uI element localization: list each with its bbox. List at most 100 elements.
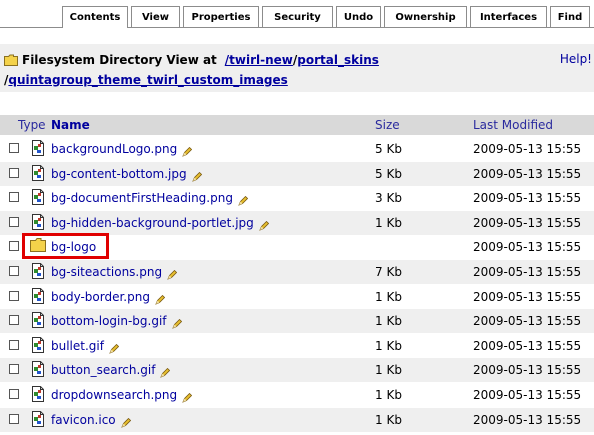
tab-ownership[interactable]: Ownership xyxy=(384,6,467,27)
file-name-link[interactable]: favicon.ico xyxy=(51,413,131,428)
column-size[interactable]: Size xyxy=(375,118,400,132)
pencil-icon[interactable] xyxy=(182,146,193,157)
image-file-icon[interactable] xyxy=(30,287,46,304)
directory-header: Filesystem Directory View at /twirl-new … xyxy=(0,44,594,92)
breadcrumb-current-folder[interactable]: quintagroup_theme_twirl_custom_images xyxy=(8,73,287,87)
highlight-box xyxy=(22,233,109,259)
image-file-icon[interactable] xyxy=(30,312,46,329)
table-row: favicon.ico 1 Kb 2009-05-13 15:55 xyxy=(0,407,594,432)
file-size: 3 Kb xyxy=(375,191,402,206)
file-size: 1 Kb xyxy=(375,363,402,378)
header-path-line-2: /quintagroup_theme_twirl_custom_images xyxy=(4,73,288,87)
row-checkbox[interactable] xyxy=(9,290,19,301)
pencil-icon[interactable] xyxy=(155,294,166,305)
row-checkbox[interactable] xyxy=(9,266,19,276)
file-name-link[interactable]: bg-hidden-background-portlet.jpg xyxy=(51,216,269,231)
row-checkbox[interactable] xyxy=(9,216,19,227)
tab-contents[interactable]: Contents xyxy=(62,6,128,28)
image-file-icon[interactable] xyxy=(30,189,46,206)
file-name-link[interactable]: bg-documentFirstHeading.png xyxy=(51,191,249,206)
breadcrumb-portal-skins[interactable]: portal_skins xyxy=(297,53,379,67)
file-size: 1 Kb xyxy=(375,215,402,230)
tab-security[interactable]: Security xyxy=(262,6,333,27)
folder-icon xyxy=(4,54,18,66)
file-modified-date: 2009-05-13 15:55 xyxy=(473,314,582,329)
image-file-icon[interactable] xyxy=(30,336,46,353)
file-name-link[interactable]: backgroundLogo.png xyxy=(51,142,193,157)
pencil-icon[interactable] xyxy=(238,195,249,206)
breadcrumb-twirl-new[interactable]: /twirl-new xyxy=(225,53,293,67)
tab-properties[interactable]: Properties xyxy=(183,6,259,27)
file-modified-date: 2009-05-13 15:55 xyxy=(473,215,582,230)
image-file-icon[interactable] xyxy=(30,213,46,230)
column-last-modified[interactable]: Last Modified xyxy=(473,118,553,132)
file-size: 7 Kb xyxy=(375,265,402,279)
file-modified-date: 2009-05-13 15:55 xyxy=(473,265,582,279)
image-file-icon[interactable] xyxy=(30,386,46,402)
row-checkbox[interactable] xyxy=(9,339,19,350)
image-file-icon[interactable] xyxy=(30,164,46,181)
file-size: 1 Kb xyxy=(375,289,402,304)
header-path-line: Filesystem Directory View at /twirl-new … xyxy=(4,52,379,68)
table-row: dropdownsearch.png 1 Kb 2009-05-13 15:55 xyxy=(0,383,594,407)
help-link[interactable]: Help! xyxy=(560,52,592,66)
table-row: backgroundLogo.png 5 Kb 2009-05-13 15:55 xyxy=(0,137,594,161)
pencil-icon[interactable] xyxy=(191,171,202,182)
image-file-icon[interactable] xyxy=(30,410,46,427)
file-name-link[interactable]: body-border.png xyxy=(51,290,166,305)
table-row: bottom-login-bg.gif 1 Kb 2009-05-13 15:55 xyxy=(0,309,594,334)
file-name-link[interactable]: bottom-login-bg.gif xyxy=(51,314,182,329)
pencil-icon[interactable] xyxy=(120,417,131,428)
row-checkbox[interactable] xyxy=(9,315,19,326)
file-size: 1 Kb xyxy=(375,412,402,427)
tab-undo[interactable]: Undo xyxy=(336,6,381,27)
pencil-icon[interactable] xyxy=(171,318,182,329)
file-size: 5 Kb xyxy=(375,142,402,156)
table-row: bg-hidden-background-portlet.jpg 1 Kb 2009… xyxy=(0,210,594,235)
file-size: 1 Kb xyxy=(375,314,402,329)
table-row: bullet.gif 1 Kb 2009-05-13 15:55 xyxy=(0,334,594,358)
row-checkbox[interactable] xyxy=(9,241,19,252)
file-modified-date: 2009-05-13 15:55 xyxy=(473,191,582,206)
pencil-icon[interactable] xyxy=(109,343,120,354)
header-prefix: Filesystem Directory View at xyxy=(22,53,217,67)
file-name-link[interactable]: bullet.gif xyxy=(51,339,120,354)
row-checkbox[interactable] xyxy=(9,389,19,399)
row-checkbox[interactable] xyxy=(9,143,19,153)
file-name-link[interactable]: dropdownsearch.png xyxy=(51,388,193,403)
table-header: Type Name Size Last Modified xyxy=(0,115,594,135)
tab-view[interactable]: View xyxy=(131,6,180,27)
row-checkbox[interactable] xyxy=(9,167,19,178)
file-modified-date: 2009-05-13 15:55 xyxy=(473,338,582,353)
file-modified-date: 2009-05-13 15:55 xyxy=(473,240,582,255)
image-file-icon[interactable] xyxy=(30,263,46,279)
row-checkbox[interactable] xyxy=(9,413,19,424)
table-row: bg-siteactions.png 7 Kb 2009-05-13 15:55 xyxy=(0,260,594,284)
row-checkbox[interactable] xyxy=(9,364,19,375)
file-modified-date: 2009-05-13 15:55 xyxy=(473,142,582,156)
row-checkbox[interactable] xyxy=(9,192,19,203)
table-row: button_search.gif 1 Kb 2009-05-13 15:55 xyxy=(0,358,594,383)
column-name[interactable]: Name xyxy=(51,118,90,132)
column-type[interactable]: Type xyxy=(18,118,46,132)
table-row: bg-documentFirstHeading.png 3 Kb 2009-05-1… xyxy=(0,186,594,210)
pencil-icon[interactable] xyxy=(160,367,171,379)
tab-bar: Contents View Properties Security Undo O… xyxy=(0,0,594,28)
pencil-icon[interactable] xyxy=(182,392,193,403)
image-file-icon[interactable] xyxy=(30,140,46,156)
pencil-icon[interactable] xyxy=(259,220,269,231)
tab-interfaces[interactable]: Interfaces xyxy=(470,6,547,27)
pencil-icon[interactable] xyxy=(167,269,178,280)
file-size: 5 Kb xyxy=(375,166,402,181)
table-row: bg-content-bottom.jpg 5 Kb 2009-05-13 15:5… xyxy=(0,161,594,186)
file-name-link[interactable]: bg-siteactions.png xyxy=(51,265,178,280)
file-modified-date: 2009-05-13 15:55 xyxy=(473,363,582,378)
file-size: 1 Kb xyxy=(375,388,402,402)
image-file-icon[interactable] xyxy=(30,361,46,378)
table-row: body-border.png 1 Kb 2009-05-13 15:55 xyxy=(0,285,594,309)
file-name-link[interactable]: button_search.gif xyxy=(51,363,171,379)
file-name-link[interactable]: bg-content-bottom.jpg xyxy=(51,167,202,182)
file-modified-date: 2009-05-13 15:55 xyxy=(473,289,582,304)
tab-find[interactable]: Find xyxy=(550,6,590,27)
file-size: 1 Kb xyxy=(375,338,402,353)
